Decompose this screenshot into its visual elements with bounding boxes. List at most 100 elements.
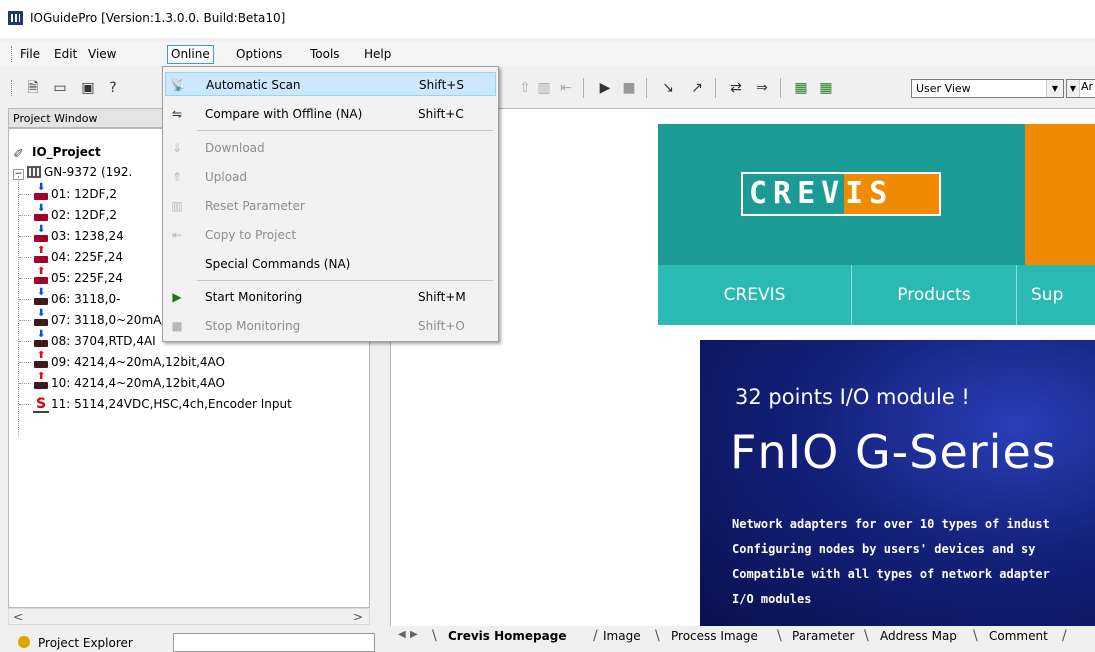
- menu-options[interactable]: Options: [233, 46, 285, 63]
- banner-line: Network adapters for over 10 types of in…: [732, 517, 1050, 531]
- menu-item-upload[interactable]: ⇑ Upload: [165, 165, 496, 189]
- tab-prev-icon[interactable]: ◀: [398, 629, 406, 640]
- tree-branch: [19, 194, 31, 195]
- tab-parameter[interactable]: Parameter: [792, 626, 854, 646]
- tree-branch: [19, 236, 31, 237]
- reset-tool-icon[interactable]: ▥: [536, 80, 552, 96]
- tab-comment[interactable]: Comment: [989, 626, 1048, 646]
- digital-input-icon: ⬇: [33, 183, 49, 201]
- tree-branch: [19, 383, 31, 384]
- module-green-alt-icon[interactable]: ▦: [818, 80, 834, 96]
- tree-module[interactable]: ⬆ 04: 225F,24: [19, 246, 124, 266]
- tree-adapter[interactable]: − GN-9372 (192.: [13, 163, 132, 181]
- menu-online[interactable]: Online: [167, 45, 214, 64]
- menu-item-label: Download: [205, 141, 265, 155]
- transfer-right-icon[interactable]: ⇒: [754, 80, 770, 96]
- menu-item-stop-monitoring[interactable]: ■ Stop Monitoring Shift+O: [165, 314, 496, 338]
- module-green-icon[interactable]: ▦: [793, 80, 809, 96]
- crevis-logo[interactable]: CREVIS: [741, 172, 941, 216]
- tree-module-label: 03: 1238,24: [51, 229, 124, 243]
- tab-separator: \: [432, 628, 437, 644]
- nav-products[interactable]: Products: [852, 265, 1017, 325]
- tab-image[interactable]: Image: [603, 626, 641, 646]
- toolbar-separator: [583, 78, 584, 98]
- start-monitor-icon: ▶: [172, 290, 182, 304]
- menu-item-automatic-scan[interactable]: 📡 Automatic Scan Shift+S: [165, 72, 496, 96]
- project-explorer-tab[interactable]: Project Explorer: [8, 630, 375, 652]
- start-monitor-tool-icon[interactable]: ▶: [597, 80, 613, 96]
- tab-separator: /: [1062, 628, 1067, 644]
- tab-process-image[interactable]: Process Image: [671, 626, 758, 646]
- stop-monitor-icon: ■: [171, 319, 183, 333]
- tree-module[interactable]: ⬇ 03: 1238,24: [19, 225, 124, 245]
- chevron-down-icon[interactable]: ▼: [1046, 80, 1063, 97]
- digital-output-icon: ⬆: [33, 246, 49, 264]
- secondary-select-value: Ar: [1081, 80, 1094, 93]
- stop-monitor-tool-icon[interactable]: ■: [621, 80, 637, 96]
- analog-input-icon: ⬇: [33, 330, 49, 348]
- reset-icon: ▥: [171, 199, 183, 213]
- scroll-left-icon[interactable]: <: [13, 610, 23, 624]
- tab-address-map[interactable]: Address Map: [880, 626, 957, 646]
- tree-module[interactable]: S 11: 5114,24VDC,HSC,4ch,Encoder Input: [19, 395, 292, 413]
- help-icon[interactable]: ?: [105, 80, 121, 96]
- project-window-title: Project Window: [13, 112, 98, 125]
- tree-module-label: 01: 12DF,2: [51, 187, 117, 201]
- tree-horizontal-scrollbar[interactable]: < >: [8, 608, 370, 625]
- menu-item-shortcut: Shift+M: [418, 290, 466, 304]
- menu-item-reset-parameter[interactable]: ▥ Reset Parameter: [165, 194, 496, 218]
- tree-module[interactable]: ⬆ 09: 4214,4~20mA,12bit,4AO: [19, 351, 225, 371]
- tree-module-label: 05: 225F,24: [51, 271, 124, 285]
- menu-item-label: Copy to Project: [205, 228, 297, 242]
- new-file-icon[interactable]: 🗎: [25, 80, 41, 96]
- menu-view[interactable]: View: [85, 46, 119, 63]
- menu-item-start-monitoring[interactable]: ▶ Start Monitoring Shift+M: [165, 285, 496, 309]
- tree-module[interactable]: ⬇ 01: 12DF,2: [19, 183, 117, 203]
- menu-item-label: Upload: [205, 170, 248, 184]
- secondary-select[interactable]: ▼ Ar: [1066, 79, 1095, 98]
- analog-input-icon: ⬇: [33, 309, 49, 327]
- menu-item-download[interactable]: ⇓ Download: [165, 136, 496, 160]
- tree-module[interactable]: ⬆ 10: 4214,4~20mA,12bit,4AO: [19, 372, 225, 392]
- menu-edit[interactable]: Edit: [51, 46, 80, 63]
- tree-module-label: 04: 225F,24: [51, 250, 124, 264]
- tree-module[interactable]: ⬆ 05: 225F,24: [19, 267, 124, 287]
- view-select[interactable]: User View ▼: [911, 79, 1064, 98]
- scroll-right-icon[interactable]: >: [353, 610, 363, 624]
- copy-tool-icon[interactable]: ⇤: [558, 80, 574, 96]
- tree-branch: [19, 299, 31, 300]
- homepage-banner[interactable]: 32 points I/O module ! FnIO G-Series Net…: [700, 340, 1095, 626]
- tree-module[interactable]: ⬇ 08: 3704,RTD,4AI: [19, 330, 156, 350]
- menu-help[interactable]: Help: [361, 46, 394, 63]
- menu-file[interactable]: File: [17, 46, 43, 63]
- open-folder-icon[interactable]: ▭: [52, 80, 68, 96]
- banner-line: Configuring nodes by users' devices and …: [732, 542, 1036, 556]
- adapter-icon: [27, 166, 41, 178]
- banner-title: 32 points I/O module !: [735, 385, 970, 409]
- upload-tool-icon[interactable]: ⇧: [517, 80, 533, 96]
- transfer-icon[interactable]: ⇄: [728, 80, 744, 96]
- title-bar: IOGuidePro [Version:1.3.0.0. Build:Beta1…: [0, 0, 1095, 38]
- tree-branch: [19, 362, 31, 363]
- tree-module[interactable]: ⬇ 06: 3118,0-: [19, 288, 120, 308]
- digital-input-icon: ⬇: [33, 204, 49, 222]
- tree-root[interactable]: ✐ IO_Project: [13, 143, 101, 162]
- tab-next-icon[interactable]: ▶: [410, 629, 418, 640]
- menu-item-compare-offline[interactable]: ⇋ Compare with Offline (NA) Shift+C: [165, 102, 496, 126]
- save-icon[interactable]: ▣: [80, 80, 96, 96]
- write-output-alt-icon[interactable]: ↗: [689, 80, 705, 96]
- menubar-grip: [11, 46, 14, 62]
- tab-crevis-homepage[interactable]: Crevis Homepage: [448, 626, 566, 646]
- nav-support[interactable]: Sup: [1017, 265, 1095, 325]
- download-icon: ⇓: [171, 141, 183, 155]
- tree-module[interactable]: ⬇ 02: 12DF,2: [19, 204, 117, 224]
- menu-item-copy-to-project[interactable]: ⇤ Copy to Project: [165, 223, 496, 247]
- window-title: IOGuidePro [Version:1.3.0.0. Build:Beta1…: [30, 11, 286, 25]
- chevron-down-icon[interactable]: ▼: [1067, 80, 1080, 97]
- menu-item-special-commands[interactable]: Special Commands (NA): [165, 252, 496, 276]
- menu-bar: File Edit View Online Options Tools Help: [0, 42, 1095, 66]
- write-output-icon[interactable]: ↘: [660, 80, 676, 96]
- menu-tools[interactable]: Tools: [307, 46, 343, 63]
- nav-crevis[interactable]: CREVIS: [658, 265, 852, 325]
- document-tab-bar: ◀ ▶ \ Crevis Homepage / Image \ Process …: [390, 626, 1095, 646]
